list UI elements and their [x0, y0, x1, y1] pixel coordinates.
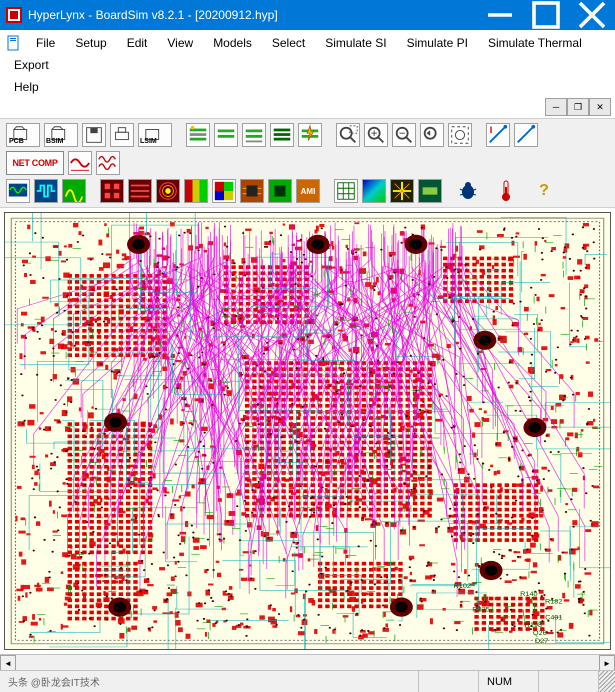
analysis-chip2-button[interactable]	[268, 179, 292, 203]
menu-models[interactable]: Models	[203, 32, 262, 54]
pcb-canvas[interactable]: R102 R140 R182 R325 C491R198 Q26D27	[4, 212, 611, 650]
menu-file[interactable]: File	[26, 32, 65, 54]
zoom-out-button[interactable]	[392, 123, 416, 147]
mdi-restore-button[interactable]: ❐	[567, 98, 589, 116]
window-title: HyperLynx - BoardSim v8.2.1 - [20200912.…	[28, 8, 477, 22]
menu-bar: File Setup Edit View Models Select Simul…	[0, 30, 615, 119]
analysis-stripe-button[interactable]	[184, 179, 208, 203]
maximize-button[interactable]	[523, 0, 569, 30]
menu-setup[interactable]: Setup	[65, 32, 116, 54]
mdi-close-button[interactable]: ✕	[589, 98, 611, 116]
svg-text:R140: R140	[520, 591, 538, 597]
scope-button[interactable]	[6, 179, 30, 203]
toolbar-row-1: PCB BSIM LSIM I NET COMP	[6, 123, 609, 175]
power-button[interactable]	[298, 123, 322, 147]
analysis-ami-button[interactable]: AMI	[296, 179, 320, 203]
open-bsim-button[interactable]: BSIM	[44, 123, 78, 147]
menu-simulate-thermal[interactable]: Simulate Thermal	[478, 32, 592, 54]
scroll-left-button[interactable]: ◄	[0, 655, 16, 671]
analysis-field-button[interactable]	[156, 179, 180, 203]
scroll-right-button[interactable]: ►	[599, 655, 615, 671]
result-thermal-button[interactable]	[362, 179, 386, 203]
app-icon	[6, 7, 22, 23]
analysis-red2-button[interactable]	[128, 179, 152, 203]
mdi-minimize-button[interactable]: ─	[545, 98, 567, 116]
resize-grip[interactable]	[599, 671, 615, 692]
save-button[interactable]	[82, 123, 106, 147]
net-comp-button[interactable]: NET COMP	[6, 151, 64, 175]
waveform-button[interactable]	[34, 179, 58, 203]
stackup-view-button[interactable]	[242, 123, 266, 147]
print-button[interactable]	[110, 123, 134, 147]
zoom-in-button[interactable]	[364, 123, 388, 147]
stackup-edit-button[interactable]	[214, 123, 238, 147]
help-icon[interactable]: ?	[532, 179, 556, 203]
scroll-track[interactable]	[16, 655, 599, 670]
toolbar-row-2: AMI ?	[6, 179, 609, 203]
mdi-doc-icon	[6, 35, 22, 51]
viewport: R102 R140 R182 R325 C491R198 Q26D27	[0, 208, 615, 654]
watermark-text: 头条 @卧龙会IT技术	[8, 674, 100, 689]
svg-text:C491: C491	[545, 615, 563, 621]
probe-voltage-button[interactable]	[514, 123, 538, 147]
stackup-button[interactable]	[186, 123, 210, 147]
thermometer-icon[interactable]	[494, 179, 518, 203]
status-bar: 头条 @卧龙会IT技术 NUM	[0, 670, 615, 692]
analysis-chip-button[interactable]	[240, 179, 264, 203]
menu-view[interactable]: View	[157, 32, 203, 54]
result-ddr-button[interactable]	[418, 179, 442, 203]
svg-text:Q26: Q26	[533, 631, 547, 637]
svg-text:R325: R325	[472, 607, 490, 613]
svg-text:R102: R102	[454, 583, 472, 589]
svg-text:R198: R198	[525, 623, 543, 629]
svg-text:I: I	[490, 125, 493, 135]
status-num: NUM	[479, 671, 539, 692]
mdi-window-controls: ─ ❐ ✕	[545, 98, 611, 116]
open-lsim-button[interactable]: LSIM	[138, 123, 172, 147]
close-button[interactable]	[569, 0, 615, 30]
red-multiwave-button[interactable]	[96, 151, 120, 175]
zoom-area-button[interactable]	[336, 123, 360, 147]
result-cross-button[interactable]	[390, 179, 414, 203]
menu-simulate-pi[interactable]: Simulate PI	[397, 32, 478, 54]
zoom-prev-button[interactable]	[420, 123, 444, 147]
toolbar-area: PCB BSIM LSIM I NET COMP	[0, 119, 615, 208]
menu-help[interactable]: Help	[4, 76, 611, 98]
bug-icon[interactable]	[456, 179, 480, 203]
open-pcb-button[interactable]: PCB	[6, 123, 40, 147]
menu-select[interactable]: Select	[262, 32, 315, 54]
batch-green-button[interactable]	[62, 179, 86, 203]
analysis-red1-button[interactable]	[100, 179, 124, 203]
zoom-fit-button[interactable]	[448, 123, 472, 147]
horizontal-scrollbar[interactable]: ◄ ►	[0, 654, 615, 670]
result-grid-button[interactable]	[334, 179, 358, 203]
title-bar: HyperLynx - BoardSim v8.2.1 - [20200912.…	[0, 0, 615, 30]
red-wave-button[interactable]	[68, 151, 92, 175]
workspace: R102 R140 R182 R325 C491R198 Q26D27 ◄ ► 头条 @卧…	[0, 208, 615, 692]
probe-current-button[interactable]: I	[486, 123, 510, 147]
menu-simulate-si[interactable]: Simulate SI	[315, 32, 396, 54]
menu-export[interactable]: Export	[4, 54, 59, 76]
menu-edit[interactable]: Edit	[117, 32, 158, 54]
svg-text:R182: R182	[545, 599, 563, 605]
analysis-colorgrid-button[interactable]	[212, 179, 236, 203]
minimize-button[interactable]	[477, 0, 523, 30]
svg-text:D27: D27	[535, 638, 549, 644]
padstack-button[interactable]	[270, 123, 294, 147]
